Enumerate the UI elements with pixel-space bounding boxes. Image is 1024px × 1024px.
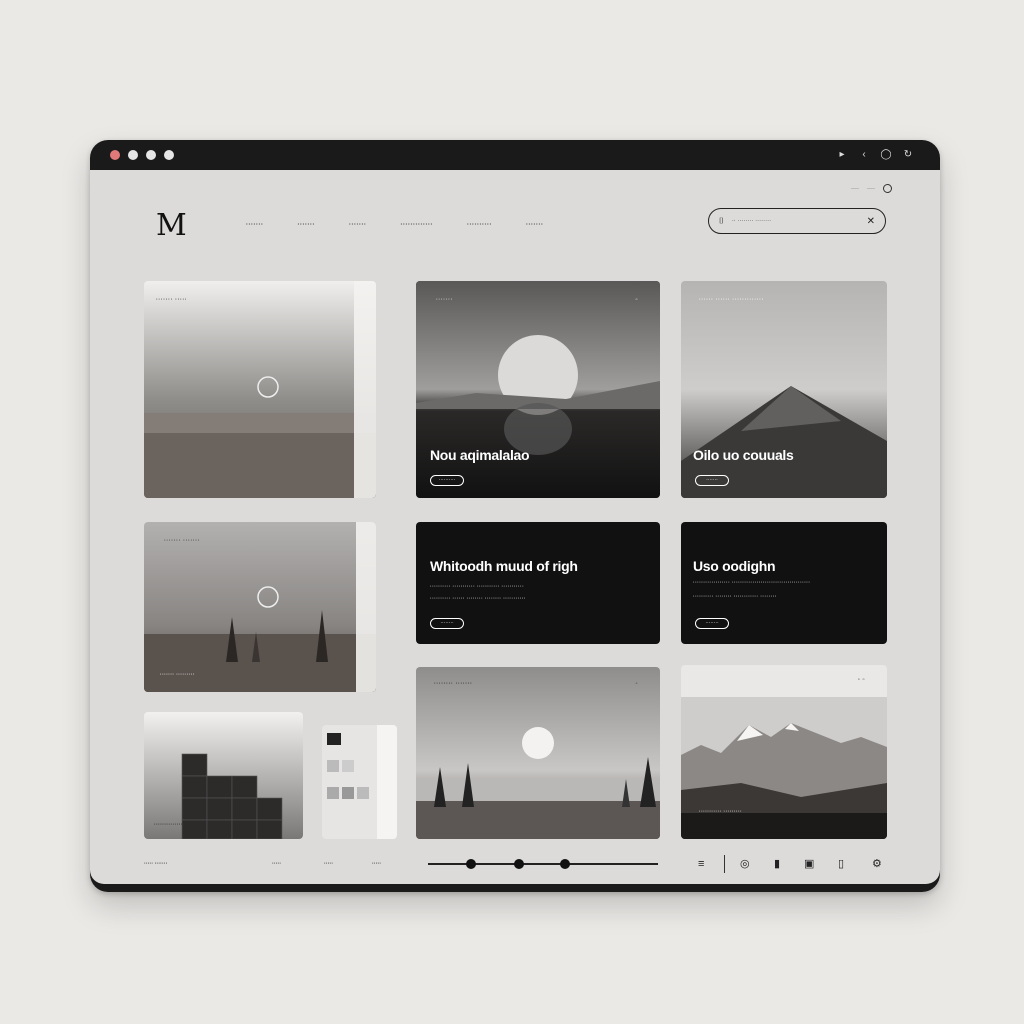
card-label: ········ ·······: [434, 681, 473, 687]
footer-label[interactable]: ·····: [372, 861, 381, 867]
card-sun-lake[interactable]: ········ ······· ◦: [416, 667, 660, 839]
timeline-slider[interactable]: [428, 859, 658, 869]
search-mark-icon: ⌷: [719, 216, 724, 225]
misty-mountain-image: [681, 281, 887, 498]
utility-item[interactable]: ····: [867, 186, 875, 192]
utility-item[interactable]: ····: [851, 186, 859, 192]
square-outline-icon[interactable]: ▯: [838, 857, 844, 871]
more-icon[interactable]: ▫: [635, 297, 638, 303]
window-titlebar: ▸ ‹ ◯ ↻: [90, 140, 940, 170]
square-icon[interactable]: ▣: [804, 857, 814, 871]
panel-strip: [377, 725, 397, 839]
circle-icon[interactable]: ◯: [880, 148, 892, 162]
fullscreen-button[interactable]: [164, 150, 174, 160]
thumbnail-panel: [322, 725, 397, 839]
back-icon[interactable]: ‹: [858, 148, 870, 162]
search-bar[interactable]: ⌷ ✕: [708, 208, 886, 234]
footer-label[interactable]: ·····: [324, 861, 333, 867]
card-foggy-forest[interactable]: ······· ······· ······· ·········: [144, 522, 376, 692]
card-title: Nou aqimalalao: [430, 447, 530, 463]
main-nav: ······· ······· ······· ············· ··…: [246, 222, 543, 228]
card-button[interactable]: ········: [430, 618, 464, 629]
card-title: Uso oodighn: [693, 558, 776, 574]
app-screen: ···· ···· M ······· ······· ······· ····…: [90, 170, 940, 884]
chevron-icon[interactable]: ▸: [836, 148, 848, 162]
thumbnail[interactable]: [342, 787, 354, 799]
card-line: ·········· ········ ············ ·······…: [693, 594, 777, 600]
search-input[interactable]: [731, 218, 859, 224]
target-icon[interactable]: ◎: [740, 857, 750, 871]
nav-item-6[interactable]: ·······: [526, 222, 544, 228]
nav-item-5[interactable]: ··········: [467, 222, 492, 228]
slider-marker[interactable]: [560, 859, 570, 869]
thumbnail-active[interactable]: [327, 733, 341, 745]
footer-label[interactable]: ·····: [272, 861, 281, 867]
foggy-forest-image: [144, 522, 376, 692]
card-caption: ··········· ·········: [699, 809, 743, 815]
card-text-1[interactable]: Whitoodh muud of righ ·········· ·······…: [416, 522, 660, 644]
card-mountains[interactable]: ▫ ▫ ··········· ·········: [681, 665, 887, 839]
nav-item-4[interactable]: ·············: [401, 222, 433, 228]
thumbnail[interactable]: [357, 787, 369, 799]
card-button[interactable]: ········: [695, 618, 729, 629]
divider: [724, 855, 725, 873]
card-label: ······ ······ ·············: [699, 297, 765, 303]
card-line: ·················· ·····················…: [693, 580, 811, 586]
thumbnail[interactable]: [327, 760, 339, 772]
sun-lake-image: [416, 667, 660, 839]
card-label: ·······: [436, 297, 454, 303]
nav-item-2[interactable]: ·······: [298, 222, 316, 228]
close-icon[interactable]: ✕: [867, 216, 875, 227]
card-foggy-field[interactable]: ······· ·····: [144, 281, 376, 498]
slider-thumb[interactable]: [466, 859, 476, 869]
fog-field-image: [144, 281, 376, 498]
card-label: ······· ·······: [164, 538, 201, 544]
slider-marker[interactable]: [514, 859, 524, 869]
toolbar-icons: ▸ ‹ ◯ ↻: [836, 148, 914, 162]
nav-item-1[interactable]: ·······: [246, 222, 264, 228]
info-icon[interactable]: [883, 184, 892, 193]
card-text-2[interactable]: Uso oodighn ·················· ·········…: [681, 522, 887, 644]
card-button[interactable]: ·······: [695, 475, 729, 486]
utility-bar: ···· ····: [851, 184, 892, 193]
card-moon-lake[interactable]: ······· ▫ Nou aqimalalao ··········: [416, 281, 660, 498]
card-title: Whitoodh muud of righ: [430, 558, 578, 574]
bottom-toolbar: ····· ······· ····· ····· ····· ≡ ◎ ▮ ▣ …: [142, 855, 892, 875]
blocks-image: [144, 712, 303, 839]
maximize-button[interactable]: [146, 150, 156, 160]
refresh-icon[interactable]: ↻: [902, 148, 914, 162]
card-line: ·········· ······ ········ ········ ····…: [430, 596, 526, 602]
card-caption: ······· ·········: [160, 672, 195, 678]
minimize-button[interactable]: [128, 150, 138, 160]
card-label: ······· ·····: [156, 297, 188, 303]
footer-label[interactable]: ····· ·······: [144, 861, 168, 867]
card-line: ·········· ··········· ··········· ·····…: [430, 584, 525, 590]
bar-icon[interactable]: ▮: [774, 857, 780, 871]
card-title: Oilo uo couuals: [693, 447, 794, 463]
card-button[interactable]: ··········: [430, 475, 464, 486]
menu-icon[interactable]: ≡: [698, 857, 704, 871]
gear-icon[interactable]: ⚙: [872, 857, 882, 871]
thumbnail[interactable]: [342, 760, 354, 772]
close-button[interactable]: [110, 150, 120, 160]
card-blocks[interactable]: ··············: [144, 712, 303, 839]
card-caption: ··············: [154, 822, 183, 828]
logo[interactable]: M: [156, 208, 187, 243]
more-icon[interactable]: ◦: [635, 681, 638, 687]
moon-lake-image: [416, 281, 660, 498]
thumbnail[interactable]: [327, 787, 339, 799]
more-icon[interactable]: ▫ ▫: [858, 677, 865, 683]
nav-item-3[interactable]: ·······: [349, 222, 367, 228]
card-misty-mountain[interactable]: ······ ······ ············· Oilo uo couu…: [681, 281, 887, 498]
device-frame: ▸ ‹ ◯ ↻ ···· ···· M ······· ······· ····…: [90, 140, 940, 892]
